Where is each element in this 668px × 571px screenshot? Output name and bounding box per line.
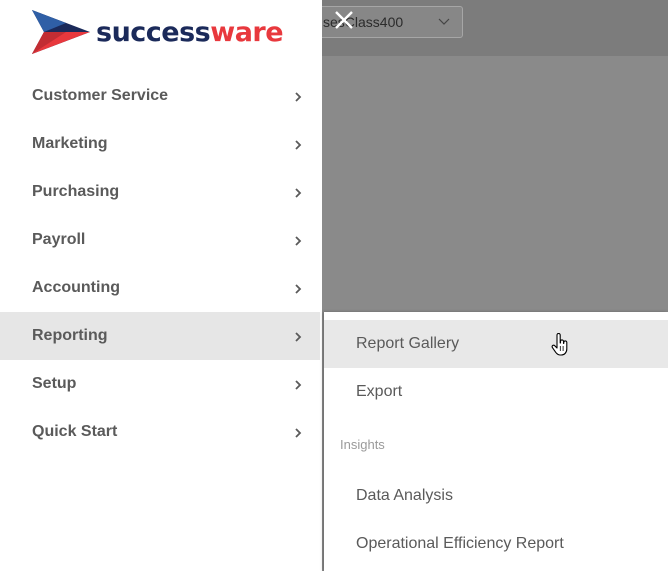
main-nav: Customer Service Marketing Purchasing Pa…	[0, 72, 322, 456]
company-select[interactable]: sesClass400	[300, 6, 463, 38]
navigation-drawer: successware Customer Service Marketing P…	[0, 0, 322, 571]
chevron-right-icon	[295, 428, 302, 438]
chevron-right-icon	[295, 380, 302, 390]
nav-item-quick-start[interactable]: Quick Start	[0, 408, 322, 456]
chevron-right-icon	[295, 284, 302, 294]
nav-item-marketing[interactable]: Marketing	[0, 120, 322, 168]
nav-item-purchasing[interactable]: Purchasing	[0, 168, 322, 216]
submenu-item-report-gallery[interactable]: Report Gallery	[324, 320, 668, 368]
nav-item-label: Payroll	[32, 231, 86, 248]
nav-item-label: Quick Start	[32, 423, 118, 440]
nav-item-reporting[interactable]: Reporting	[0, 312, 320, 360]
chevron-down-icon	[438, 18, 450, 25]
submenu-item-data-analysis[interactable]: Data Analysis	[324, 472, 668, 520]
nav-item-customer-service[interactable]: Customer Service	[0, 72, 322, 120]
reporting-submenu: Report Gallery Export Insights Data Anal…	[324, 312, 668, 571]
submenu-item-operational-efficiency-report[interactable]: Operational Efficiency Report	[324, 520, 668, 568]
nav-item-label: Setup	[32, 375, 77, 392]
chevron-right-icon	[295, 332, 302, 342]
close-icon[interactable]	[333, 9, 355, 31]
chevron-right-icon	[295, 236, 302, 246]
submenu-section-heading: Insights	[340, 436, 385, 452]
chevron-right-icon	[295, 188, 302, 198]
chevron-right-icon	[295, 92, 302, 102]
nav-item-label: Purchasing	[32, 183, 120, 200]
nav-item-label: Accounting	[32, 279, 120, 296]
logo-mark-icon	[32, 10, 90, 54]
nav-item-label: Reporting	[32, 327, 108, 344]
submenu-item-export[interactable]: Export	[324, 368, 668, 416]
nav-item-setup[interactable]: Setup	[0, 360, 322, 408]
nav-item-label: Customer Service	[32, 87, 169, 104]
nav-item-payroll[interactable]: Payroll	[0, 216, 322, 264]
logo-wordmark: successware	[96, 16, 284, 48]
successware-logo[interactable]: successware	[30, 8, 284, 56]
nav-item-label: Marketing	[32, 135, 108, 152]
chevron-right-icon	[295, 140, 302, 150]
nav-item-accounting[interactable]: Accounting	[0, 264, 322, 312]
